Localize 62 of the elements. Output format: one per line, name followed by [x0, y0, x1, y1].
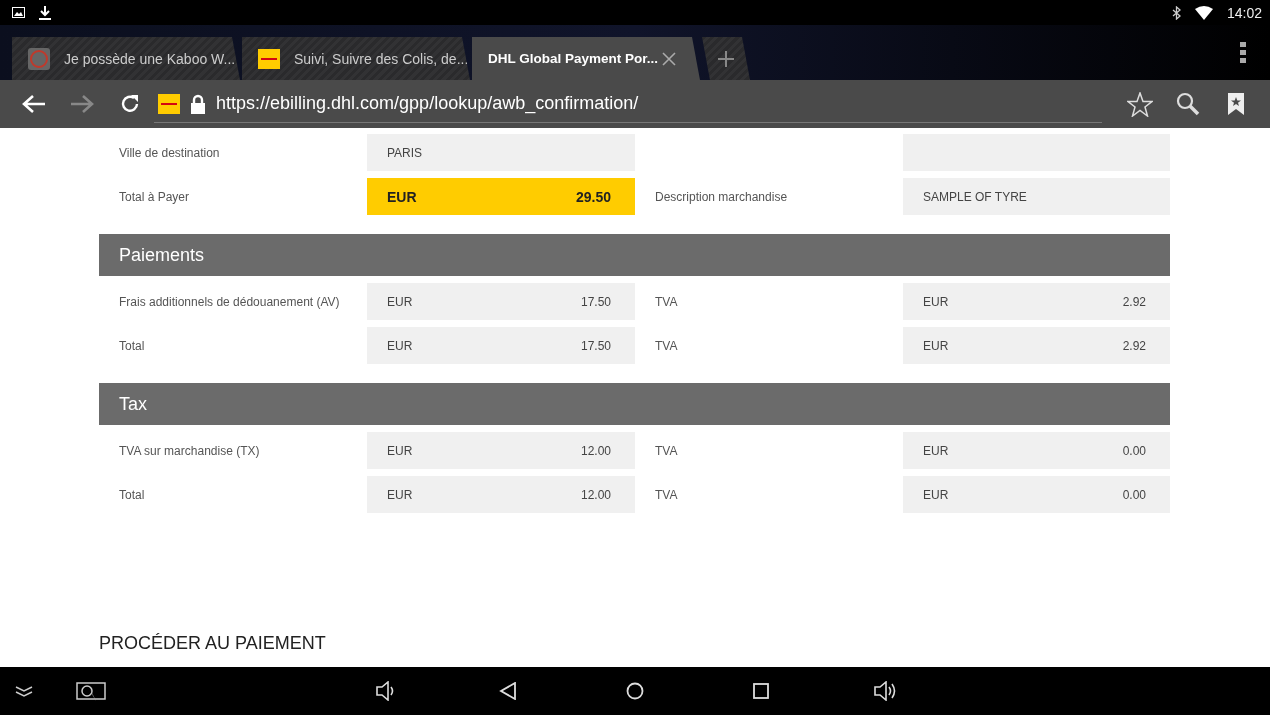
field-label: TVA [654, 487, 679, 502]
amount-text: 0.00 [1122, 443, 1146, 458]
recents-square-icon[interactable] [753, 683, 769, 699]
amount-text: 17.50 [580, 294, 611, 309]
bluetooth-icon [1171, 5, 1181, 20]
currency-text: EUR [387, 443, 413, 458]
menu-icon[interactable] [1240, 42, 1246, 63]
field-label: Total [118, 338, 146, 353]
close-icon [662, 51, 676, 66]
field-label: TVA sur marchandise (TX) [118, 443, 261, 458]
section-heading: PROCÉDER AU PAIEMENT [99, 633, 327, 654]
field-label: TVA [654, 443, 679, 458]
url-field[interactable]: https://ebilling.dhl.com/gpp/lookup/awb_confirmation/ [216, 93, 639, 114]
field-label: Frais additionnels de dédouanement (AV) [118, 294, 341, 309]
browser-tab[interactable]: DHL Global Payment Por... [472, 37, 700, 80]
amount-text: 12.00 [580, 487, 611, 502]
star-icon[interactable] [1127, 91, 1153, 117]
forward-icon[interactable] [70, 94, 94, 114]
image-icon [12, 7, 25, 18]
amount-text: 2.92 [1122, 338, 1146, 353]
wifi-icon [1194, 5, 1213, 20]
back-triangle-icon[interactable] [499, 682, 517, 700]
plus-icon [718, 50, 734, 67]
value-field: SAMPLE OF TYRE [903, 178, 1170, 215]
browser-tab[interactable]: Suivi, Suivre des Colis, de... [242, 37, 470, 80]
currency-text: EUR [387, 338, 413, 353]
chevron-icon[interactable] [14, 685, 34, 697]
new-tab-button[interactable] [702, 37, 750, 80]
browser-tab[interactable]: Je possède une Kaboo W... [12, 37, 240, 80]
currency-text: EUR [923, 443, 949, 458]
favicon-icon [258, 48, 280, 69]
home-circle-icon[interactable] [626, 682, 644, 700]
favicon-icon [28, 47, 50, 70]
screenshot-icon[interactable] [76, 680, 106, 702]
currency-text: EUR [923, 294, 949, 309]
amount-text: 2.92 [1122, 294, 1146, 309]
field-label: Total [118, 487, 146, 502]
reload-icon[interactable] [120, 94, 140, 114]
currency-text: EUR [923, 487, 949, 502]
currency-text: EUR [923, 338, 949, 353]
search-icon[interactable] [1176, 92, 1200, 116]
back-icon[interactable] [22, 94, 46, 114]
currency-text: EUR [387, 294, 413, 309]
amount-text: 12.00 [580, 443, 611, 458]
download-icon [39, 5, 51, 20]
amount-text: 0.00 [1122, 487, 1146, 502]
section-header: Paiements [99, 234, 1170, 276]
field-label: TVA [654, 294, 679, 309]
field-label: TVA [654, 338, 679, 353]
site-logo-icon [158, 93, 180, 114]
value-field: PARIS [367, 134, 635, 171]
field-label: Total à Payer [118, 189, 191, 204]
amount-text: 17.50 [580, 338, 611, 353]
lock-icon [190, 93, 206, 114]
currency-text: EUR [387, 188, 417, 205]
clock: 14:02 [1226, 4, 1262, 21]
section-header: Tax [99, 383, 1170, 425]
bookmarks-icon[interactable] [1228, 93, 1244, 115]
amount-text: 29.50 [575, 188, 611, 205]
field-label: Description marchandise [654, 189, 789, 204]
field-label: Ville de destination [118, 145, 221, 160]
currency-text: EUR [387, 487, 413, 502]
